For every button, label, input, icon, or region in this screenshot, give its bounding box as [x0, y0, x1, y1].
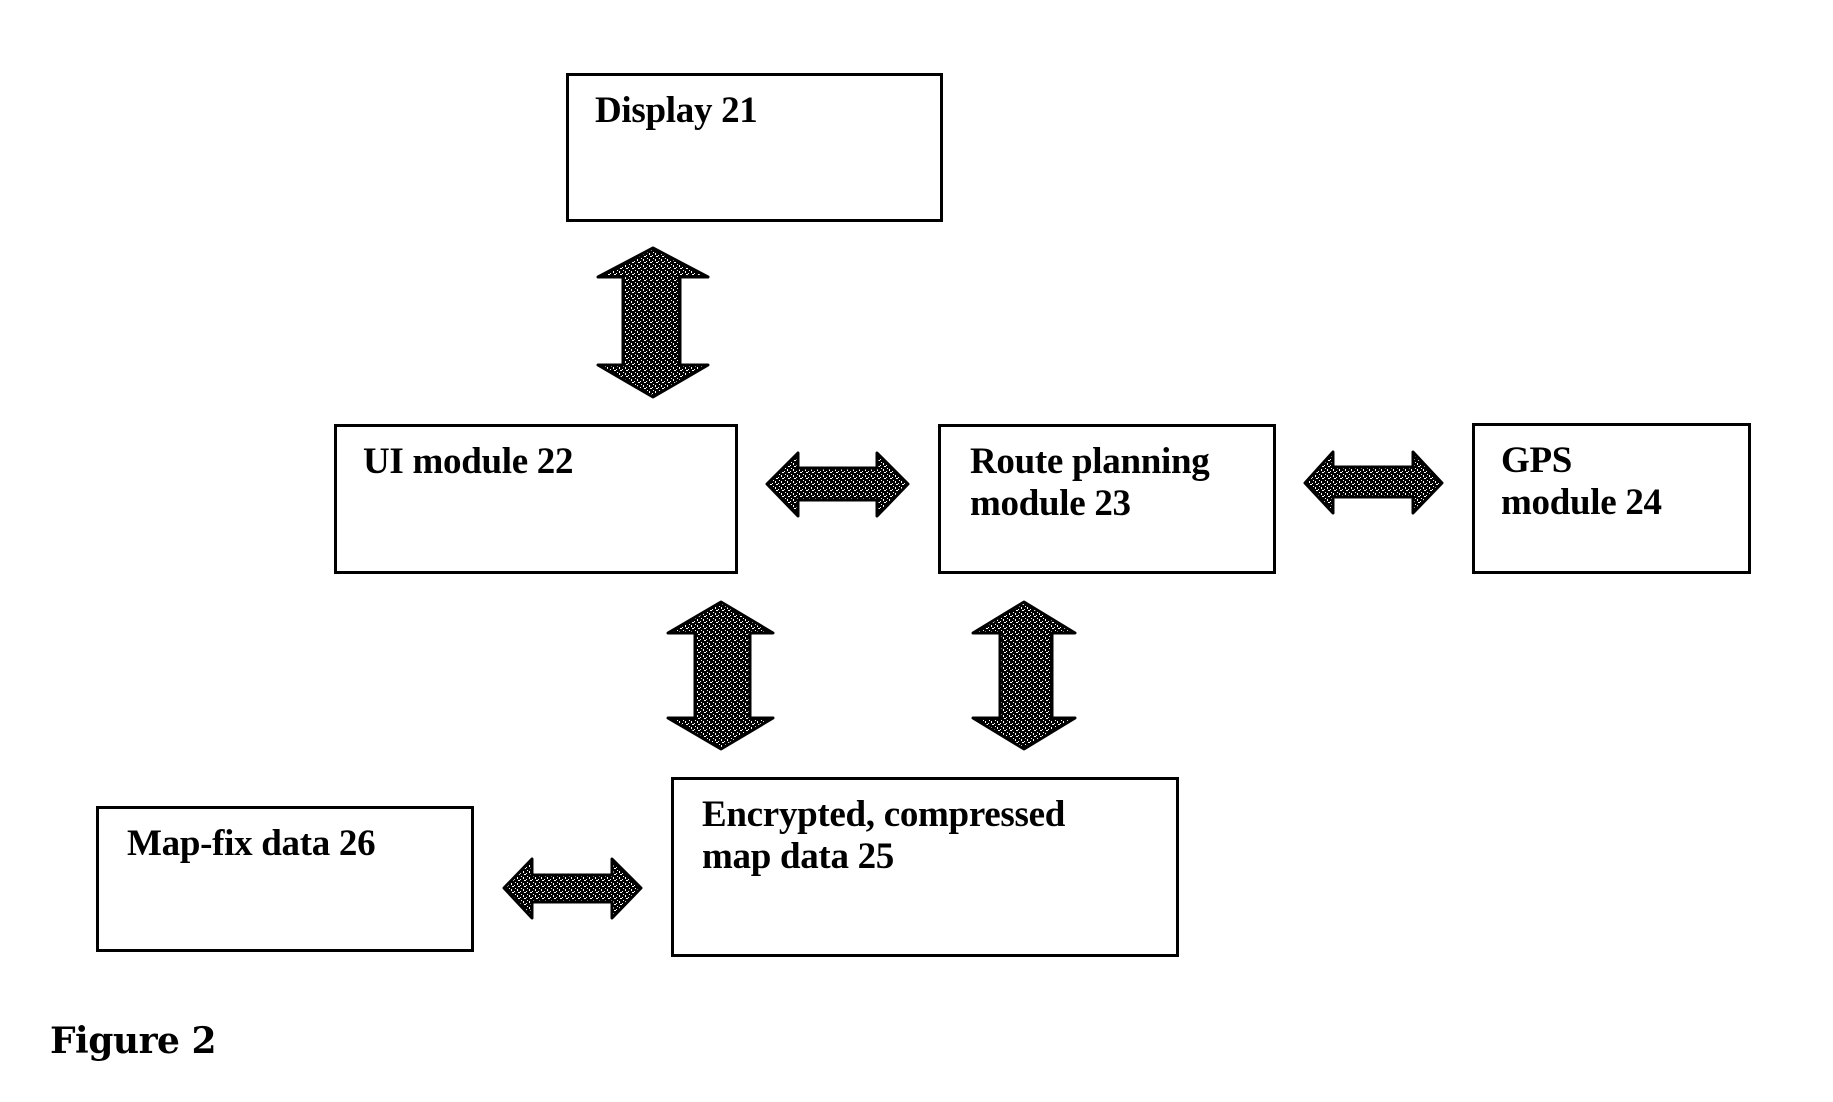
double-arrow-ui-mapdata — [666, 600, 775, 751]
double-arrow-route-mapdata — [971, 600, 1077, 751]
connector-layer — [502, 246, 1444, 920]
double-arrow-mapfix-mapdata — [502, 857, 643, 920]
figure-caption: Figure 2 — [50, 1020, 217, 1062]
double-arrow-route-gps — [1303, 450, 1444, 515]
double-arrow-display-ui — [596, 246, 710, 399]
double-arrow-ui-route — [765, 451, 910, 518]
